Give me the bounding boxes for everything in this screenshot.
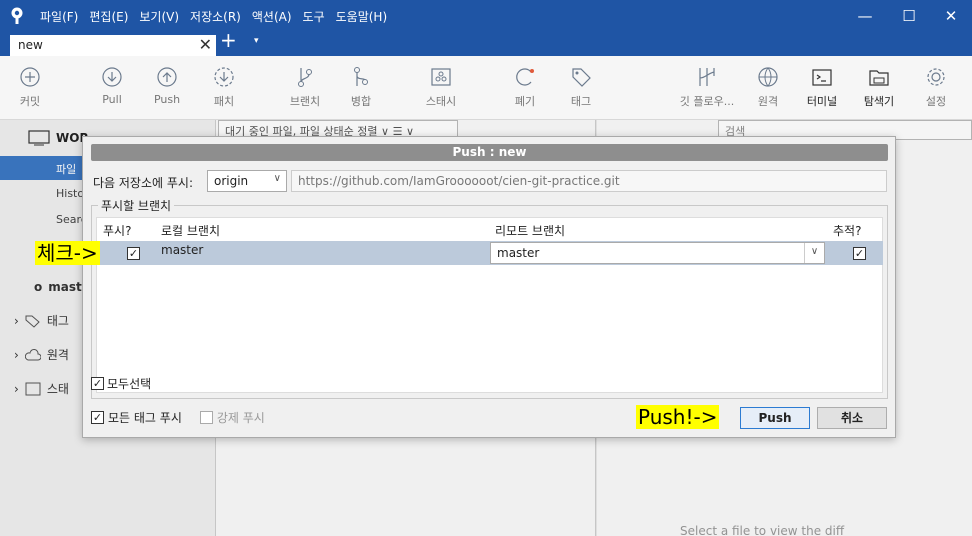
remote-label: 다음 저장소에 푸시: xyxy=(93,176,193,190)
force-push-label: 강제 푸시 xyxy=(216,411,265,425)
push-icon xyxy=(157,67,177,87)
branches-group: 푸시할 브랜치 푸시? 로컬 브랜치 리모트 브랜치 추적? ✓ master … xyxy=(91,197,888,399)
git-flow-label: 깃 플로우... xyxy=(679,95,735,108)
push-all-tags-label: 모든 태그 푸시 xyxy=(108,411,182,425)
merge-label: 병합 xyxy=(350,95,372,108)
column-local-branch: 로컬 브랜치 xyxy=(161,224,221,238)
globe-icon xyxy=(758,67,778,87)
stash-button[interactable]: 스태시 xyxy=(411,64,471,109)
chevron-down-icon: ∨ xyxy=(273,173,281,184)
branch-button[interactable]: 브랜치 xyxy=(275,64,335,109)
menu-tools[interactable]: 도구 xyxy=(303,8,325,25)
discard-button[interactable]: 폐기 xyxy=(495,64,555,109)
terminal-label: 터미널 xyxy=(806,95,838,108)
cancel-button[interactable]: 취소 xyxy=(817,407,887,429)
pull-label: Pull xyxy=(102,93,122,106)
fetch-icon xyxy=(214,67,234,87)
menu-help[interactable]: 도움말(H) xyxy=(336,8,388,25)
table-row[interactable]: ✓ master master ∨ ✓ xyxy=(97,241,883,265)
tag-icon xyxy=(572,68,591,87)
terminal-button[interactable]: 터미널 xyxy=(792,64,852,109)
stash-icon xyxy=(431,68,451,86)
dialog-title: Push : new xyxy=(91,144,888,161)
maximize-button[interactable]: ☐ xyxy=(886,0,932,32)
push-annotation: Push!-> xyxy=(636,405,720,429)
local-branch-name: master xyxy=(161,243,204,257)
git-flow-icon xyxy=(699,68,715,86)
push-all-tags-checkbox[interactable]: ✓ xyxy=(91,411,104,424)
branch-icon xyxy=(298,68,312,87)
push-button[interactable]: Push xyxy=(740,407,810,429)
remote-branch-value: master xyxy=(497,246,540,260)
minimize-button[interactable]: — xyxy=(842,0,888,32)
remote-branch-select[interactable]: master ∨ xyxy=(490,242,825,264)
close-window-button[interactable]: ✕ xyxy=(928,0,972,32)
commit-icon xyxy=(20,67,40,87)
stash-label: 스태시 xyxy=(425,95,457,108)
git-flow-button[interactable]: 깃 플로우... xyxy=(674,64,740,109)
explorer-label: 탐색기 xyxy=(863,95,895,108)
tab-menu-chevron-icon[interactable]: ▾ xyxy=(254,36,259,46)
menu-actions[interactable]: 액션(A) xyxy=(252,8,292,25)
tag-button[interactable]: 태그 xyxy=(551,64,611,109)
sourcetree-logo-icon xyxy=(11,7,23,24)
discard-icon xyxy=(516,68,534,86)
track-checkbox[interactable]: ✓ xyxy=(853,247,866,260)
menu-repository[interactable]: 저장소(R) xyxy=(190,8,241,25)
select-all-label: 모두선택 xyxy=(107,377,152,391)
terminal-icon xyxy=(812,69,832,86)
title-bar: 파일(F) 편집(E) 보기(V) 저장소(R) 액션(A) 도구 도움말(H)… xyxy=(0,0,972,32)
push-toolbar-label: Push xyxy=(153,93,181,106)
push-branch-checkbox[interactable]: ✓ xyxy=(127,247,140,260)
menu-file[interactable]: 파일(F) xyxy=(40,8,78,25)
menu-view[interactable]: 보기(V) xyxy=(139,8,179,25)
fetch-button[interactable]: 패치 xyxy=(194,64,254,109)
fetch-label: 패치 xyxy=(213,95,235,108)
pull-icon xyxy=(102,67,122,87)
commit-button[interactable]: 커밋 xyxy=(0,64,60,109)
settings-button[interactable]: 설정 xyxy=(906,64,966,109)
pull-button[interactable]: Pull xyxy=(82,64,142,106)
tab-bar: new ✕ xyxy=(0,32,972,56)
select-all-checkbox[interactable]: ✓ xyxy=(91,377,104,390)
merge-button[interactable]: 병합 xyxy=(331,64,391,109)
remote-select[interactable]: origin ∨ xyxy=(207,170,287,192)
remote-label: 원격 xyxy=(757,95,779,108)
remote-url-field: https://github.com/IamGroooooot/cien-git… xyxy=(291,170,887,192)
remote-button[interactable]: 원격 xyxy=(738,64,798,109)
push-dialog: Push : new 다음 저장소에 푸시: origin ∨ https://… xyxy=(82,136,896,438)
chevron-down-icon: ∨ xyxy=(804,243,824,263)
menu-bar: 파일(F) 편집(E) 보기(V) 저장소(R) 액션(A) 도구 도움말(H) xyxy=(40,0,387,32)
toolbar: 커밋 Pull Push 패치 브랜치 병합 스태시 폐기 태그 깃 플로우..… xyxy=(0,56,972,120)
push-options: ✓ 모든 태그 푸시 강제 푸시 xyxy=(91,409,265,426)
add-tab-icon[interactable]: + xyxy=(220,30,237,50)
settings-label: 설정 xyxy=(925,95,947,108)
branches-group-label: 푸시할 브랜치 xyxy=(98,197,175,214)
folder-icon xyxy=(869,70,889,86)
explorer-button[interactable]: 탐색기 xyxy=(849,64,909,109)
gear-icon xyxy=(927,68,945,86)
column-track: 추적? xyxy=(833,224,862,238)
column-push: 푸시? xyxy=(103,224,132,238)
tag-label: 태그 xyxy=(570,95,592,108)
branch-label: 브랜치 xyxy=(289,95,321,108)
merge-icon xyxy=(354,67,368,86)
tab-close-icon[interactable]: ✕ xyxy=(199,35,212,54)
menu-edit[interactable]: 편집(E) xyxy=(89,8,128,25)
tab-label: new xyxy=(18,38,43,52)
column-remote-branch: 리모트 브랜치 xyxy=(495,224,566,238)
select-all-option[interactable]: ✓ 모두선택 xyxy=(91,375,151,392)
branches-table: 푸시? 로컬 브랜치 리모트 브랜치 추적? ✓ master master ∨… xyxy=(96,217,883,393)
check-annotation: 체크-> xyxy=(35,241,100,265)
commit-label: 커밋 xyxy=(19,95,41,108)
tab-new[interactable]: new ✕ xyxy=(10,35,216,56)
remote-select-value: origin xyxy=(214,174,249,188)
push-toolbar-button[interactable]: Push xyxy=(137,64,197,106)
force-push-checkbox[interactable] xyxy=(199,411,213,424)
discard-label: 폐기 xyxy=(514,95,536,108)
